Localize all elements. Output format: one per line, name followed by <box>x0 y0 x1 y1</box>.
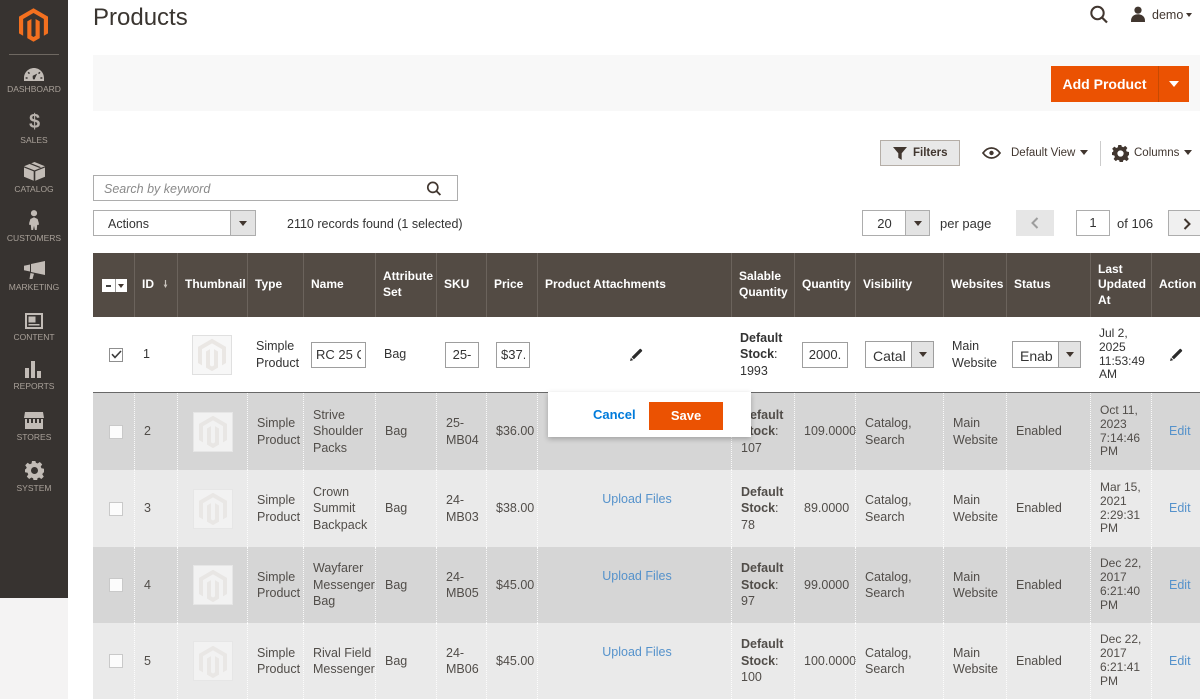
svg-text:$: $ <box>28 111 39 132</box>
